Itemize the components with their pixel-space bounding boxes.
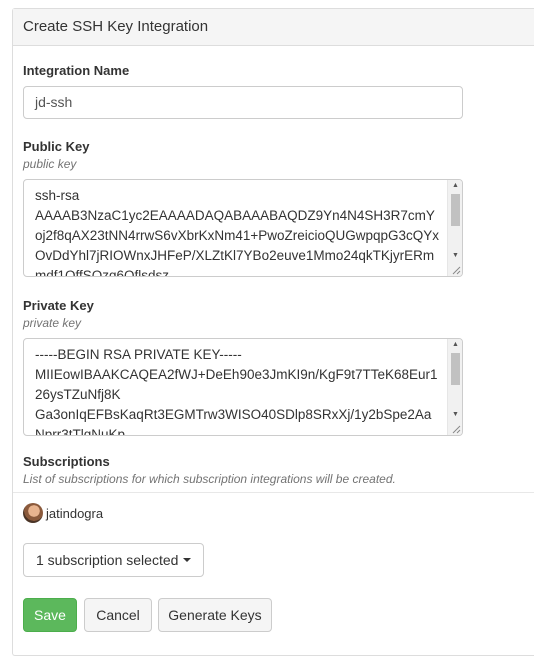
subscription-dropdown-label: 1 subscription selected bbox=[36, 552, 179, 568]
scroll-up-icon[interactable]: ▲ bbox=[448, 180, 462, 192]
subscription-owner: jatindogra bbox=[23, 503, 103, 523]
public-key-label: Public Key bbox=[23, 139, 90, 154]
resize-grip-icon[interactable] bbox=[451, 265, 461, 275]
private-key-textarea[interactable]: -----BEGIN RSA PRIVATE KEY----- MIIEowIB… bbox=[23, 338, 463, 436]
cancel-button[interactable]: Cancel bbox=[84, 598, 152, 632]
private-key-label: Private Key bbox=[23, 298, 94, 313]
subscriptions-label: Subscriptions bbox=[23, 454, 110, 469]
generate-keys-button[interactable]: Generate Keys bbox=[158, 598, 272, 632]
public-key-help: public key bbox=[23, 157, 77, 171]
scroll-down-icon[interactable]: ▼ bbox=[448, 250, 462, 262]
public-key-scrollbar[interactable]: ▲ ▼ bbox=[447, 180, 462, 276]
private-key-help: private key bbox=[23, 316, 82, 330]
section-divider bbox=[13, 492, 534, 493]
resize-grip-icon[interactable] bbox=[451, 424, 461, 434]
avatar bbox=[23, 503, 43, 523]
subscriptions-help: List of subscriptions for which subscrip… bbox=[23, 472, 396, 486]
panel-title: Create SSH Key Integration bbox=[13, 9, 534, 46]
caret-down-icon bbox=[183, 558, 192, 562]
integration-name-label: Integration Name bbox=[23, 63, 130, 78]
public-key-text: ssh-rsa AAAAB3NzaC1yc2EAAAADAQABAAABAQDZ… bbox=[35, 188, 440, 277]
public-key-textarea[interactable]: ssh-rsa AAAAB3NzaC1yc2EAAAADAQABAAABAQDZ… bbox=[23, 179, 463, 277]
scroll-down-icon[interactable]: ▼ bbox=[448, 409, 462, 421]
scroll-up-icon[interactable]: ▲ bbox=[448, 339, 462, 351]
private-key-text: -----BEGIN RSA PRIVATE KEY----- MIIEowIB… bbox=[35, 347, 438, 436]
integration-name-input[interactable]: jd-ssh bbox=[23, 86, 463, 119]
scroll-thumb[interactable] bbox=[451, 353, 460, 385]
save-button[interactable]: Save bbox=[23, 598, 77, 632]
private-key-scrollbar[interactable]: ▲ ▼ bbox=[447, 339, 462, 435]
subscription-owner-name: jatindogra bbox=[46, 505, 104, 521]
ssh-integration-panel: Create SSH Key Integration Integration N… bbox=[12, 8, 534, 656]
subscription-dropdown[interactable]: 1 subscription selected bbox=[23, 543, 205, 577]
scroll-thumb[interactable] bbox=[451, 194, 460, 226]
